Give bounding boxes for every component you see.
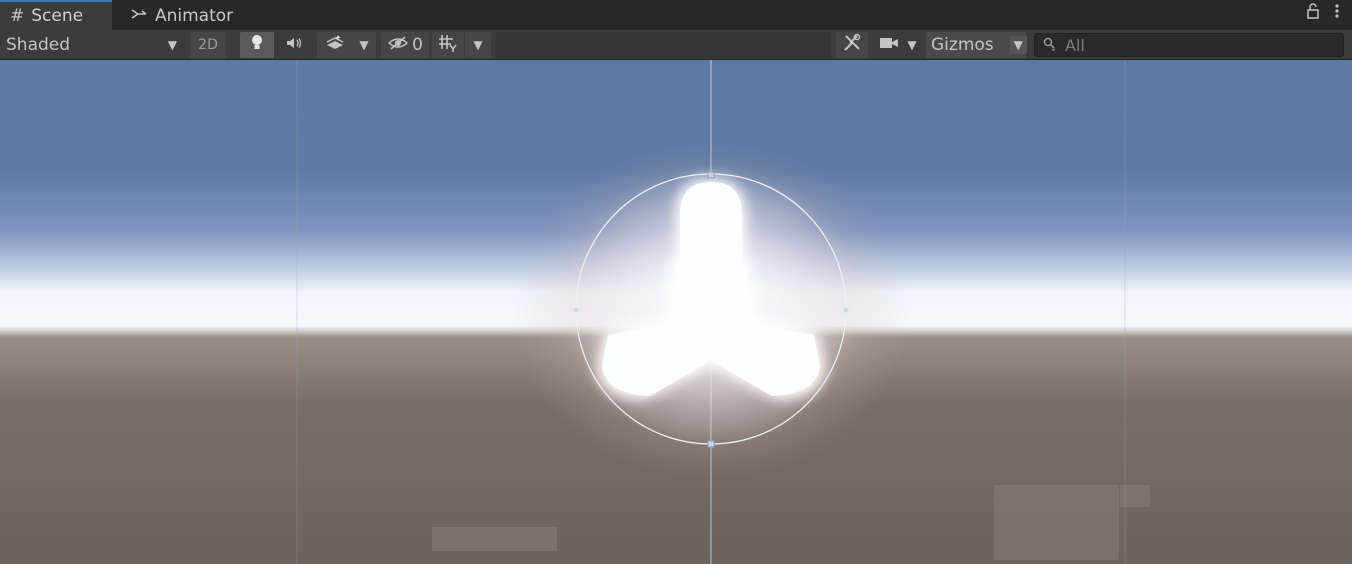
kebab-menu-icon[interactable] bbox=[1334, 3, 1340, 23]
tools-button[interactable] bbox=[836, 32, 868, 58]
tab-scene[interactable]: # Scene bbox=[0, 0, 112, 30]
grid-snap-button[interactable] bbox=[432, 32, 464, 58]
toggle-2d-label: 2D bbox=[198, 37, 218, 53]
gizmo-handle-right[interactable] bbox=[843, 307, 849, 313]
grid-hash-icon: # bbox=[10, 6, 25, 26]
chevron-down-icon: ▼ bbox=[907, 38, 917, 52]
grid-dropdown-button[interactable]: ▼ bbox=[465, 32, 491, 58]
toolbar-spacer bbox=[496, 32, 831, 58]
gizmo-handle-left[interactable] bbox=[573, 307, 579, 313]
window-controls bbox=[1306, 3, 1340, 23]
layers-effects-icon bbox=[325, 34, 345, 57]
scene-visibility-button[interactable]: 0 bbox=[381, 32, 429, 58]
gizmo-handle-bottom[interactable] bbox=[707, 440, 715, 448]
audio-toggle-button[interactable] bbox=[275, 32, 313, 58]
animator-icon bbox=[130, 6, 148, 26]
chevron-down-icon: ▼ bbox=[359, 38, 369, 52]
wrench-tools-icon bbox=[842, 33, 862, 58]
tab-bar: # Scene Animator bbox=[0, 0, 1352, 30]
scene-canvas[interactable] bbox=[0, 60, 1352, 564]
chevron-down-icon[interactable]: ▼ bbox=[1009, 36, 1027, 54]
gizmos-button[interactable]: Gizmos ▼ bbox=[926, 32, 1027, 58]
effects-toggle-button[interactable] bbox=[317, 32, 352, 58]
light-bulb-icon bbox=[250, 34, 264, 57]
grid-snap-icon bbox=[437, 33, 459, 58]
hidden-count: 0 bbox=[412, 35, 423, 55]
draw-mode-dropdown[interactable]: Shaded ▼ bbox=[0, 32, 183, 58]
speaker-icon bbox=[284, 35, 304, 56]
camera-settings-button[interactable]: ▼ bbox=[873, 32, 923, 58]
search-input[interactable] bbox=[1065, 35, 1325, 55]
lock-icon[interactable] bbox=[1306, 3, 1320, 23]
gizmo-handle-top[interactable] bbox=[707, 171, 715, 179]
gizmos-label: Gizmos bbox=[931, 35, 994, 55]
scene-toolbar: Shaded ▼ 2D ▼ 0 ▼ ▼ Gizmos ▼ All bbox=[0, 30, 1352, 60]
toggle-2d-button[interactable]: 2D bbox=[190, 32, 226, 58]
camera-icon bbox=[879, 36, 899, 54]
draw-mode-label: Shaded bbox=[6, 35, 71, 55]
chevron-down-icon: ▼ bbox=[473, 38, 483, 52]
eye-hidden-icon bbox=[387, 35, 409, 56]
scene-search-field[interactable] bbox=[1034, 33, 1344, 57]
tab-animator[interactable]: Animator bbox=[120, 2, 245, 30]
search-icon bbox=[1043, 36, 1057, 55]
tab-animator-label: Animator bbox=[155, 6, 234, 26]
tab-scene-label: Scene bbox=[31, 6, 84, 26]
chevron-down-icon: ▼ bbox=[167, 38, 177, 52]
lighting-toggle-button[interactable] bbox=[240, 32, 274, 58]
scene-viewport[interactable] bbox=[0, 60, 1352, 564]
effects-dropdown-button[interactable]: ▼ bbox=[352, 32, 376, 58]
